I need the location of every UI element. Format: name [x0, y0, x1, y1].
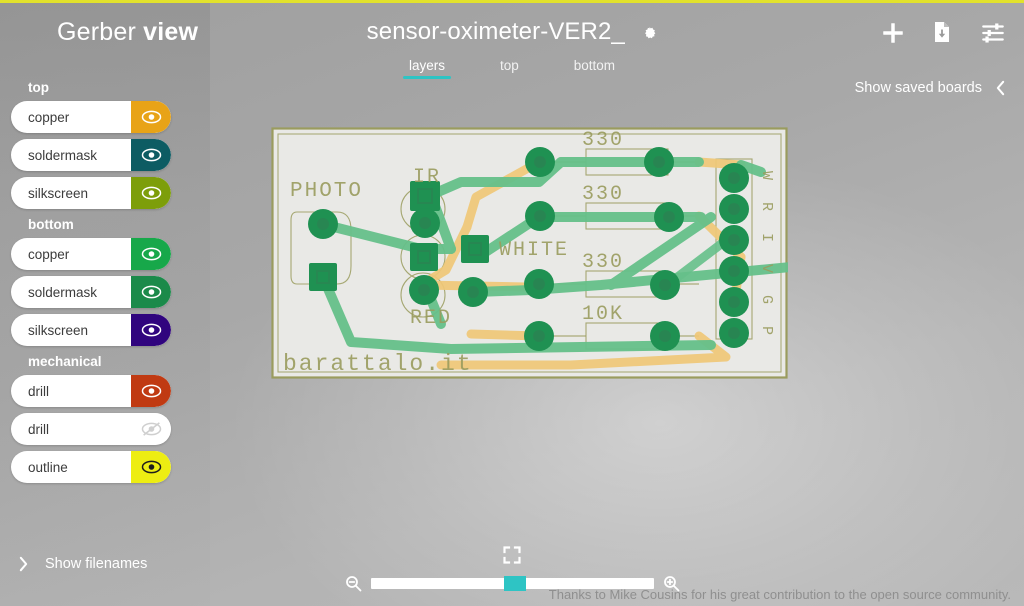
pin-label-v: V [758, 264, 775, 273]
layer-group-title-top: top [28, 80, 49, 95]
plus-icon[interactable] [880, 20, 906, 46]
silk-label-r1: 330 [582, 129, 624, 152]
layer-row-drill-2[interactable]: drill [11, 413, 171, 445]
layer-row-drill-1[interactable]: drill [11, 375, 171, 407]
app-title-regular: Gerber [57, 18, 144, 46]
pcb-board-view[interactable]: PHOTO IR RED WHITE barattalo.it 330 330 … [271, 127, 788, 379]
layer-label: silkscreen [28, 185, 89, 201]
zoom-slider-track[interactable] [371, 575, 654, 591]
chevron-right-icon [18, 556, 29, 572]
layer-row-bottom-silkscreen[interactable]: silkscreen [11, 314, 171, 346]
layer-label: drill [28, 383, 50, 399]
layer-label: soldermask [28, 147, 98, 163]
pin-label-r: R [758, 202, 775, 211]
show-saved-boards-label: Show saved boards [854, 80, 982, 96]
zoom-out-icon[interactable] [345, 575, 362, 592]
file-download-icon[interactable] [930, 20, 956, 46]
layer-label: copper [28, 109, 70, 125]
layer-label: copper [28, 246, 70, 262]
layer-label: outline [28, 459, 68, 475]
zoom-control [345, 572, 680, 594]
layer-visibility-toggle[interactable] [131, 238, 171, 270]
layer-row-top-soldermask[interactable]: soldermask [11, 139, 171, 171]
layer-visibility-toggle[interactable] [131, 451, 171, 483]
layer-group-title-bottom: bottom [28, 217, 74, 232]
pin-label-p: P [758, 326, 775, 335]
silk-label-white: WHITE [499, 239, 569, 262]
layer-label: silkscreen [28, 322, 89, 338]
pin-label-i: I [758, 233, 775, 242]
pin-label-w: W [758, 171, 775, 180]
layer-visibility-toggle[interactable] [131, 314, 171, 346]
tab-layers[interactable]: layers [402, 58, 451, 79]
show-saved-boards-button[interactable]: Show saved boards [855, 80, 1006, 96]
top-accent-bar [0, 0, 1024, 3]
tab-bottom[interactable]: bottom [568, 58, 621, 79]
layer-visibility-toggle[interactable] [131, 101, 171, 133]
silk-label-r2: 330 [582, 183, 624, 206]
layer-label: soldermask [28, 284, 98, 300]
layer-panel: top copper soldermask silkscreen bottom … [11, 80, 171, 489]
layer-visibility-toggle[interactable] [131, 276, 171, 308]
layer-row-top-copper[interactable]: copper [11, 101, 171, 133]
layer-row-outline[interactable]: outline [11, 451, 171, 483]
layer-visibility-toggle-hidden[interactable] [131, 413, 171, 445]
view-tabs: layers top bottom [0, 58, 1024, 79]
layer-row-top-silkscreen[interactable]: silkscreen [11, 177, 171, 209]
header-actions [880, 20, 1006, 46]
silk-label-photo: PHOTO [290, 180, 363, 203]
layer-visibility-toggle[interactable] [131, 177, 171, 209]
show-filenames-label: Show filenames [45, 556, 148, 572]
silk-label-url: barattalo.it [283, 351, 473, 377]
layer-row-bottom-copper[interactable]: copper [11, 238, 171, 270]
silk-label-red: RED [410, 307, 452, 330]
fullscreen-icon[interactable] [503, 546, 521, 564]
silk-label-r4: 10K [582, 303, 624, 326]
chevron-left-icon [995, 80, 1006, 96]
pin-label-g: G [758, 295, 775, 304]
layer-row-bottom-soldermask[interactable]: soldermask [11, 276, 171, 308]
pcb-gerber-render: PHOTO IR RED WHITE barattalo.it 330 330 … [271, 127, 788, 379]
layer-visibility-toggle[interactable] [131, 139, 171, 171]
sliders-icon[interactable] [980, 20, 1006, 46]
zoom-slider-handle[interactable] [504, 575, 526, 591]
layer-label: drill [28, 421, 50, 437]
layer-group-title-mechanical: mechanical [28, 354, 102, 369]
silk-label-ir: IR [413, 166, 441, 189]
show-filenames-button[interactable]: Show filenames [18, 556, 147, 572]
layer-visibility-toggle[interactable] [131, 375, 171, 407]
zoom-in-icon[interactable] [663, 575, 680, 592]
tab-top[interactable]: top [494, 58, 525, 79]
app-title-bold: view [143, 18, 199, 46]
silk-label-r3: 330 [582, 251, 624, 274]
app-title: Gerber view [57, 18, 198, 47]
